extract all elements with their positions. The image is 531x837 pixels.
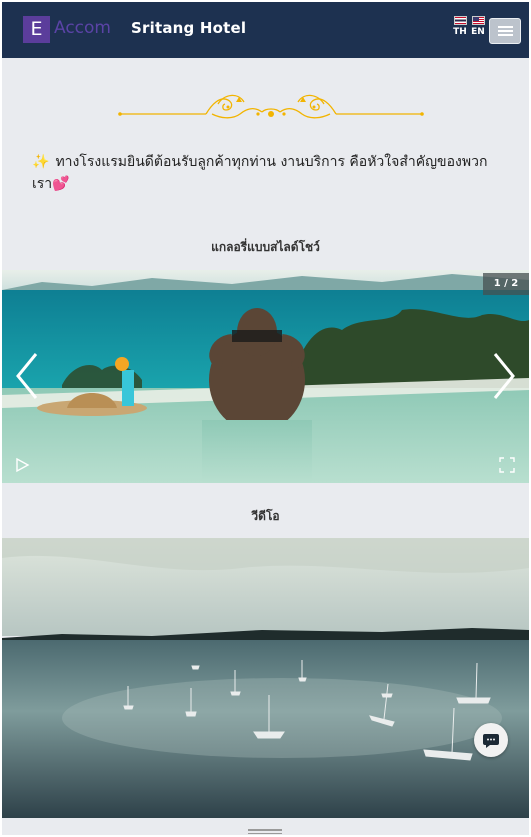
lang-en-label: EN [471,27,485,37]
logo-mark[interactable]: E [23,16,50,43]
play-icon[interactable] [14,457,30,473]
gallery-slideshow[interactable]: 1 / 2 [2,270,529,483]
us-flag-icon [471,16,485,25]
menu-icon [498,26,513,28]
video-heading: วีดีโอ [251,509,280,523]
chevron-left-icon[interactable] [12,350,42,402]
lang-en-link[interactable]: EN [470,16,486,37]
video-frame [2,538,529,818]
fullscreen-icon[interactable] [499,457,515,473]
welcome-message: ✨ ทางโรงแรมยินดีต้อนรับลูกค้าทุกท่าน งานบ… [32,151,502,195]
menu-toggle-button[interactable] [489,18,521,44]
chevron-right-icon[interactable] [489,350,519,402]
video-player[interactable] [2,538,529,818]
drag-handle[interactable] [248,829,282,834]
lang-th-label: TH [453,27,467,37]
chat-button[interactable] [474,723,508,757]
welcome-text: ทางโรงแรมยินดีต้อนรับลูกค้าทุกท่าน งานบร… [32,154,488,192]
slide-counter: 1 / 2 [483,273,529,295]
heart-icon: 💕 [52,176,70,192]
top-navbar: E Accom Sritang Hotel TH EN [2,2,529,58]
lang-th-link[interactable]: TH [452,16,468,37]
page: E Accom Sritang Hotel TH EN ✨ ทางโรงแรมย… [2,2,529,835]
hotel-name[interactable]: Sritang Hotel [131,19,246,37]
sparkle-icon: ✨ [32,154,50,170]
thai-flag-icon [453,16,467,25]
logo-text[interactable]: Accom [54,18,111,38]
gallery-heading: แกลอรี่แบบสไลด์โชว์ [211,240,320,254]
ornament-divider-icon [118,94,424,119]
chat-icon [483,734,499,748]
slide-image [2,270,529,483]
